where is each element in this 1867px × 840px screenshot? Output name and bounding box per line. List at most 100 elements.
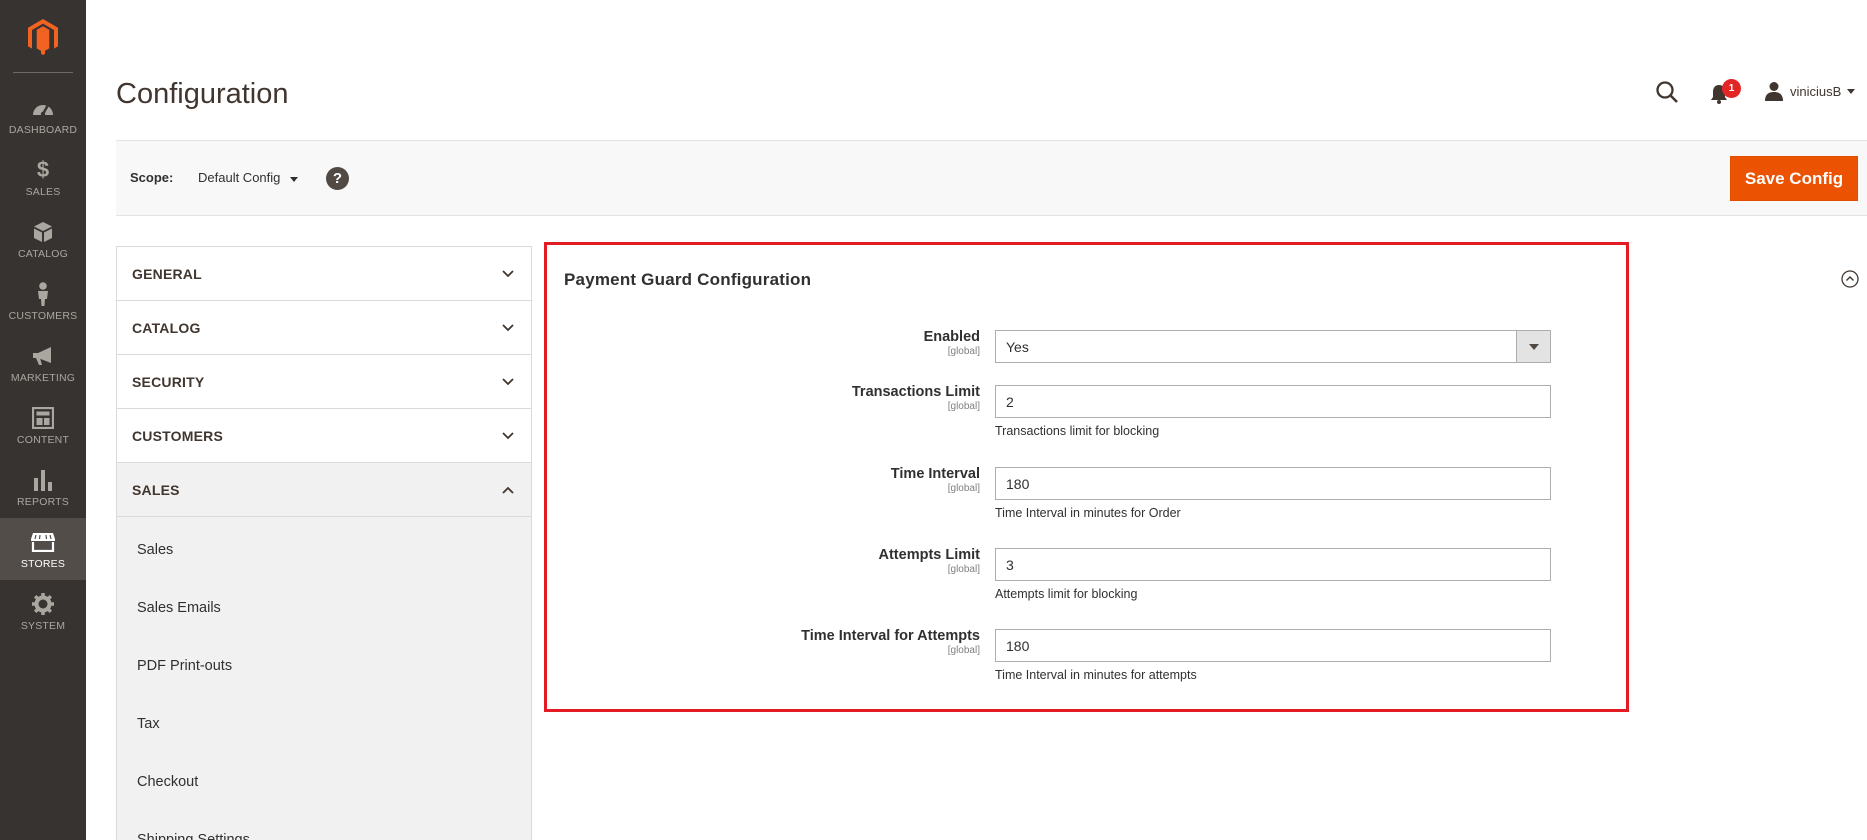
dollar-icon: $ [36,156,50,182]
transactions-limit-input[interactable]: 2 [995,385,1551,418]
field-transactions-limit-label: Transactions Limit [global] [852,384,980,412]
sales-subitems: Sales Sales Emails PDF Print-outs Tax Ch… [117,517,531,840]
chevron-down-icon [502,376,514,388]
transactions-limit-scope: [global] [947,401,980,412]
field-attempts-limit-label: Attempts Limit [global] [879,547,981,575]
user-caret-icon [1847,88,1856,94]
user-icon [1765,82,1783,101]
tab-customers[interactable]: CUSTOMERS [117,409,531,463]
enabled-select[interactable]: Yes [995,330,1551,363]
tab-sales-title: SALES [132,481,180,498]
menu-item-reports[interactable]: REPORTS [0,456,86,518]
tab-security[interactable]: SECURITY [117,355,531,409]
time-interval-attempts-label: Time Interval for Attempts [801,628,980,644]
menu-items: DASHBOARD $ SALES CATALOG CUSTOMERS MARK… [0,84,86,642]
menu-item-system[interactable]: SYSTEM [0,580,86,642]
menu-label-content: CONTENT [16,433,70,446]
chevron-down-icon [502,268,514,280]
menu-item-content[interactable]: CONTENT [0,394,86,456]
magento-logo[interactable] [0,0,86,73]
scope-help-icon[interactable]: ? [326,167,349,190]
tab-sales[interactable]: SALES [117,463,531,517]
search-icon [1656,81,1678,103]
sidebar-item-sales[interactable]: Sales [117,521,531,579]
menu-label-marketing: MARKETING [10,371,76,384]
attempts-limit-note: Attempts limit for blocking [995,587,1138,601]
menu-item-catalog[interactable]: CATALOG [0,208,86,270]
save-config-button[interactable]: Save Config [1730,156,1858,201]
menu-label-sales: SALES [25,185,61,198]
box-icon [33,219,53,245]
store-icon [30,529,56,555]
tab-customers-title: CUSTOMERS [132,427,223,444]
notifications-badge[interactable]: 1 [1722,79,1741,98]
field-time-interval-label: Time Interval [global] [891,466,980,494]
transactions-limit-label: Transactions Limit [851,384,980,400]
layout-icon [32,405,54,431]
transactions-limit-note: Transactions limit for blocking [995,424,1160,438]
menu-label-catalog: CATALOG [17,247,69,260]
sidebar-item-shipping-settings[interactable]: Shipping Settings [117,811,531,840]
sidebar-item-pdf-print-outs[interactable]: PDF Print-outs [117,637,531,695]
search-button[interactable] [1655,80,1679,104]
time-interval-input[interactable]: 180 [995,467,1551,500]
admin-sidebar: DASHBOARD $ SALES CATALOG CUSTOMERS MARK… [0,0,86,840]
section-title: Payment Guard Configuration [564,270,812,289]
menu-label-stores: STORES [20,557,66,570]
scope-value: Default Config [198,170,281,185]
enabled-scope: [global] [947,346,980,357]
field-enabled-label: Enabled [global] [924,329,980,357]
page-title: Configuration [116,78,289,110]
select-arrow-button[interactable] [1516,331,1550,362]
menu-label-dashboard: DASHBOARD [8,123,78,136]
dashboard-icon [31,95,55,121]
attempts-limit-scope: [global] [947,564,980,575]
menu-item-stores[interactable]: STORES [0,518,86,580]
time-interval-attempts-scope: [global] [947,645,980,656]
config-tabs: GENERAL CATALOG SECURITY CUSTOMERS SALES… [116,246,532,840]
menu-label-reports: REPORTS [17,495,69,508]
enabled-select-value: Yes [1006,338,1029,355]
username: viniciusB [1790,83,1842,99]
chevron-down-icon [502,430,514,442]
logo-divider [13,72,73,73]
menu-item-marketing[interactable]: MARKETING [0,332,86,394]
field-time-interval-attempts-label: Time Interval for Attempts [global] [801,628,980,656]
scope-caret-icon [290,176,299,182]
attempts-limit-input[interactable]: 3 [995,548,1551,581]
magento-logo-icon [28,18,58,55]
scope-switcher[interactable]: Default Config [198,170,299,185]
menu-label-customers: CUSTOMERS [8,309,78,322]
menu-item-sales[interactable]: $ SALES [0,146,86,208]
gear-icon [32,591,54,617]
chevron-down-icon [502,322,514,334]
sidebar-item-checkout[interactable]: Checkout [117,753,531,811]
attempts-limit-label: Attempts Limit [878,547,981,563]
tab-general[interactable]: GENERAL [117,247,531,301]
chevron-down-icon [1528,343,1539,350]
chevron-up-circle-icon [1841,270,1859,288]
sidebar-item-sales-emails[interactable]: Sales Emails [117,579,531,637]
tab-security-title: SECURITY [132,373,205,390]
person-icon [36,281,50,307]
tab-catalog[interactable]: CATALOG [117,301,531,355]
time-interval-attempts-note: Time Interval in minutes for attempts [995,668,1197,682]
time-interval-note: Time Interval in minutes for Order [995,506,1181,520]
tab-general-title: GENERAL [132,265,202,282]
user-account-menu[interactable]: viniciusB [1764,80,1856,102]
menu-item-customers[interactable]: CUSTOMERS [0,270,86,332]
time-interval-label: Time Interval [890,466,980,482]
payment-guard-section: Payment Guard Configuration Enabled [glo… [544,242,1629,712]
sidebar-item-tax[interactable]: Tax [117,695,531,753]
menu-label-system: SYSTEM [20,619,66,632]
scope-bar: Scope: Default Config ? [116,140,1867,216]
time-interval-attempts-input[interactable]: 180 [995,629,1551,662]
tab-catalog-title: CATALOG [132,319,201,336]
megaphone-icon [31,343,55,369]
menu-item-dashboard[interactable]: DASHBOARD [0,84,86,146]
enabled-label: Enabled [923,329,980,345]
section-collapse-button[interactable] [1841,270,1859,288]
chevron-up-icon [502,484,514,496]
scope-label: Scope: [130,170,174,185]
time-interval-scope: [global] [947,483,980,494]
